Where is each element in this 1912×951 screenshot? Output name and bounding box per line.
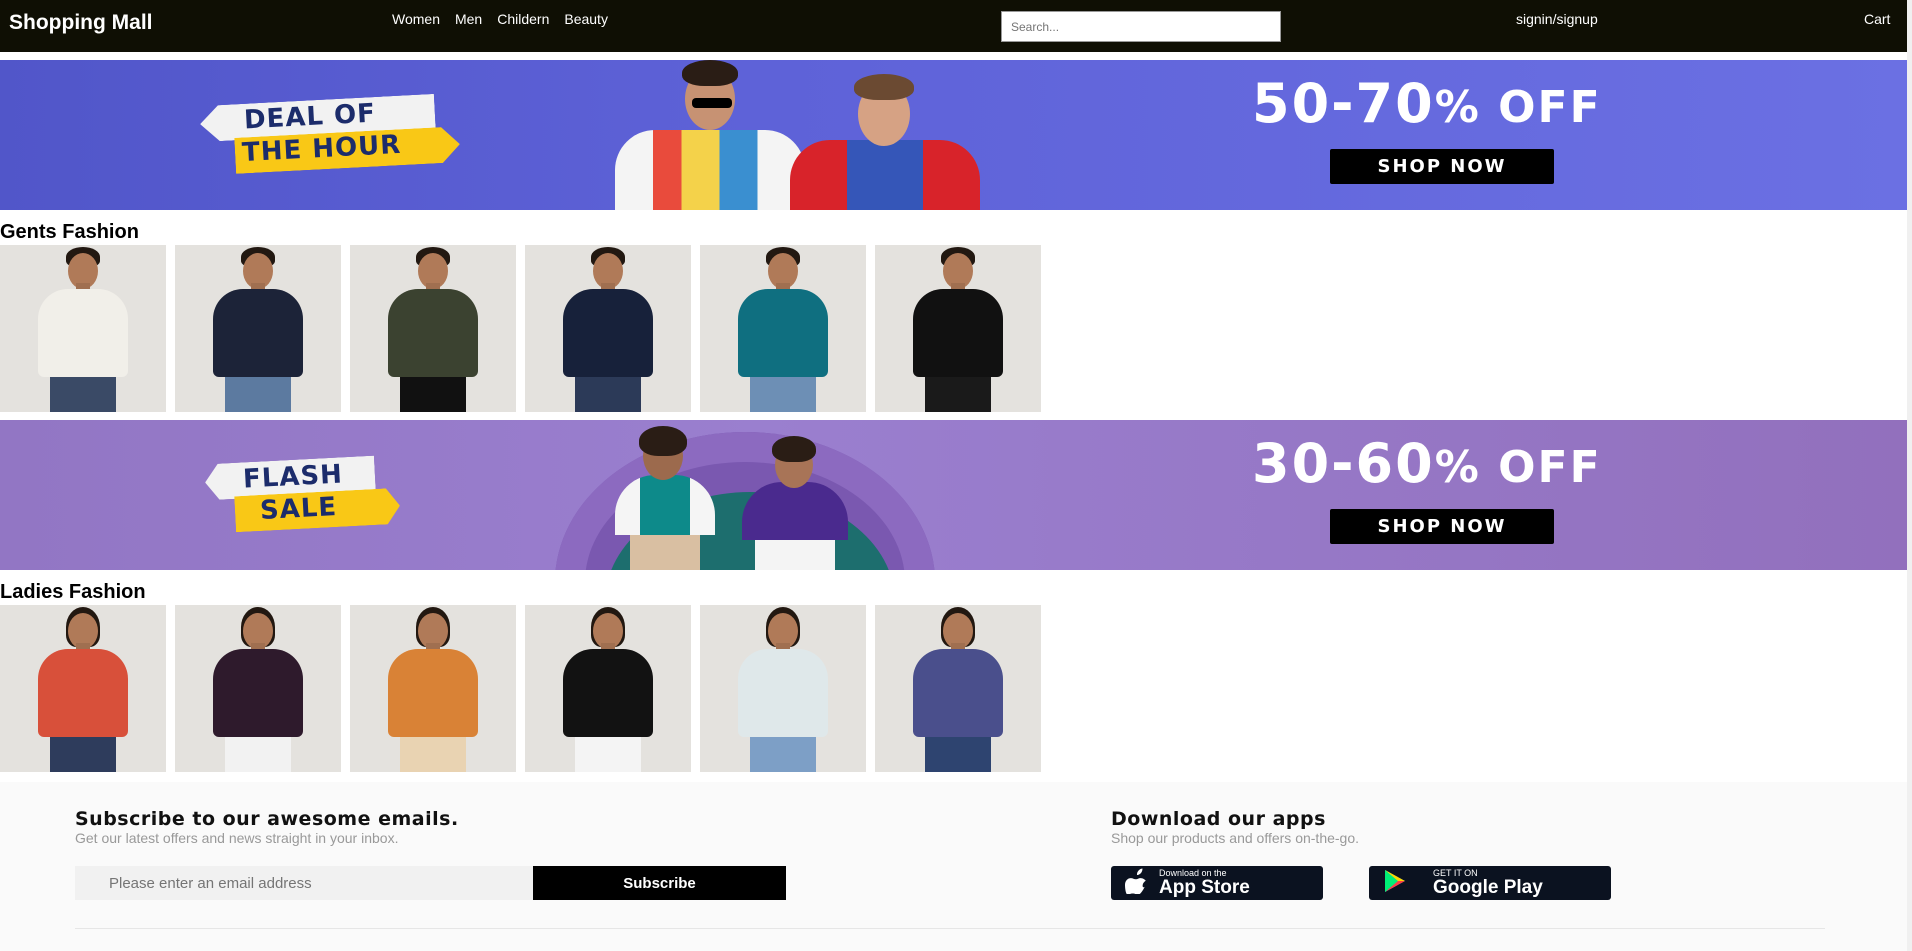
flash-offer-text: 30-60% OFF xyxy=(1252,432,1602,495)
email-field[interactable] xyxy=(75,866,534,900)
google-play-button[interactable]: GET IT ON Google Play xyxy=(1369,866,1611,900)
product-pants xyxy=(225,737,291,772)
product-shirt xyxy=(738,649,828,737)
product-card[interactable] xyxy=(0,605,166,772)
product-pants xyxy=(750,737,816,772)
cart-link[interactable]: Cart xyxy=(1864,11,1890,27)
product-shirt xyxy=(738,289,828,377)
search-input[interactable] xyxy=(1001,11,1281,42)
brand-logo[interactable]: Shopping Mall xyxy=(9,11,152,35)
product-card[interactable] xyxy=(875,245,1041,412)
product-pants xyxy=(575,377,641,412)
gents-fashion-title: Gents Fashion xyxy=(0,221,139,243)
footer: Subscribe to our awesome emails. Get our… xyxy=(0,782,1907,951)
banner-models-image xyxy=(595,420,865,570)
product-shirt xyxy=(563,289,653,377)
flash-tag-line1: FLASH xyxy=(242,459,344,495)
product-shirt xyxy=(388,649,478,737)
product-card[interactable] xyxy=(175,245,341,412)
product-card[interactable] xyxy=(350,605,516,772)
ladies-products-row xyxy=(0,605,1041,772)
google-play-icon xyxy=(1383,869,1423,898)
product-shirt xyxy=(38,289,128,377)
footer-divider xyxy=(75,928,1825,929)
product-pants xyxy=(400,737,466,772)
app-store-button[interactable]: Download on the App Store xyxy=(1111,866,1323,900)
product-pants xyxy=(575,737,641,772)
google-play-big-text: Google Play xyxy=(1433,877,1543,898)
deal-tag-graphic: DEAL OF THE HOUR xyxy=(200,100,465,172)
product-shirt xyxy=(913,289,1003,377)
subscribe-subtitle: Get our latest offers and news straight … xyxy=(75,830,399,846)
product-pants xyxy=(925,377,991,412)
product-card[interactable] xyxy=(525,605,691,772)
product-pants xyxy=(50,377,116,412)
deal-of-the-hour-banner[interactable]: DEAL OF THE HOUR 50-70% OFF SHOP NOW xyxy=(0,60,1907,210)
gents-products-row xyxy=(0,245,1041,412)
banner-models-image xyxy=(610,60,990,210)
apps-title: Download our apps xyxy=(1111,808,1326,830)
app-store-big-text: App Store xyxy=(1159,877,1250,898)
product-pants xyxy=(225,377,291,412)
flash-shop-now-button[interactable]: SHOP NOW xyxy=(1330,509,1554,544)
ladies-fashion-title: Ladies Fashion xyxy=(0,581,146,603)
product-card[interactable] xyxy=(0,245,166,412)
flash-tag-line2: SALE xyxy=(259,492,338,526)
product-pants xyxy=(750,377,816,412)
deal-offer-text: 50-70% OFF xyxy=(1252,72,1602,135)
nav-link-beauty[interactable]: Beauty xyxy=(564,11,608,27)
nav-link-children[interactable]: Childern xyxy=(497,11,549,27)
product-pants xyxy=(925,737,991,772)
product-shirt xyxy=(563,649,653,737)
product-pants xyxy=(50,737,116,772)
product-card[interactable] xyxy=(525,245,691,412)
apple-icon xyxy=(1125,868,1149,899)
product-shirt xyxy=(213,649,303,737)
product-card[interactable] xyxy=(700,245,866,412)
product-shirt xyxy=(913,649,1003,737)
product-shirt xyxy=(38,649,128,737)
nav-link-women[interactable]: Women xyxy=(392,11,440,27)
top-navbar: Shopping Mall Women Men Childern Beauty … xyxy=(0,0,1907,52)
product-shirt xyxy=(388,289,478,377)
product-card[interactable] xyxy=(700,605,866,772)
flash-sale-banner[interactable]: FLASH SALE 30-60% OFF SHOP NOW xyxy=(0,420,1907,570)
product-pants xyxy=(400,377,466,412)
signin-signup-link[interactable]: signin/signup xyxy=(1516,11,1598,27)
page-scrollbar[interactable] xyxy=(1907,0,1912,951)
apps-subtitle: Shop our products and offers on-the-go. xyxy=(1111,830,1360,846)
subscribe-title: Subscribe to our awesome emails. xyxy=(75,808,459,830)
product-card[interactable] xyxy=(175,605,341,772)
flash-tag-graphic: FLASH SALE xyxy=(205,460,405,532)
product-shirt xyxy=(213,289,303,377)
product-card[interactable] xyxy=(350,245,516,412)
subscribe-button[interactable]: Subscribe xyxy=(533,866,786,900)
main-nav: Women Men Childern Beauty xyxy=(392,11,608,27)
product-card[interactable] xyxy=(875,605,1041,772)
deal-shop-now-button[interactable]: SHOP NOW xyxy=(1330,149,1554,184)
nav-link-men[interactable]: Men xyxy=(455,11,482,27)
